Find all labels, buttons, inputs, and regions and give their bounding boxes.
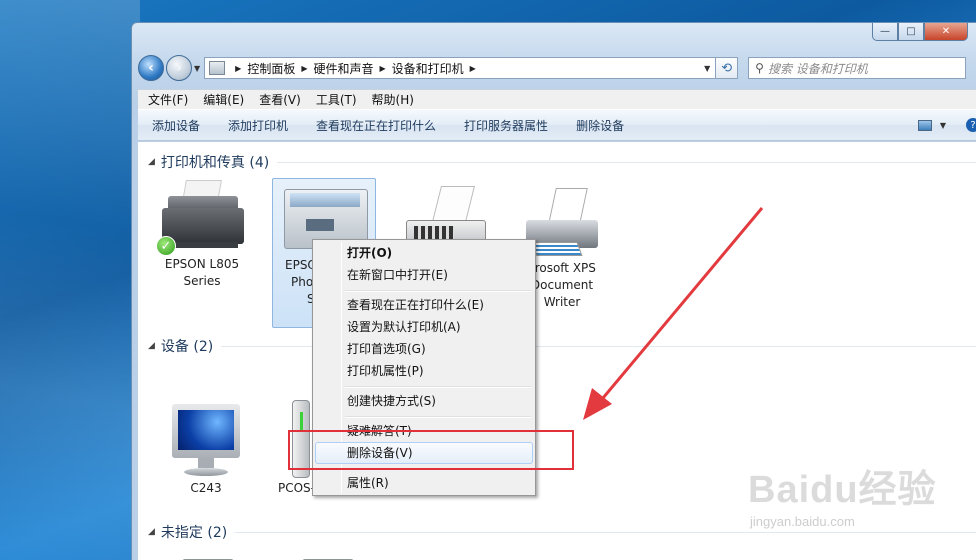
desktop-background bbox=[0, 0, 140, 560]
breadcrumb-devices-printers[interactable]: 设备和打印机 bbox=[392, 60, 464, 77]
menu-item-printer-properties[interactable]: 打印机属性(P) bbox=[315, 360, 533, 382]
window-controls: — □ ✕ bbox=[872, 23, 968, 41]
menu-view[interactable]: 查看(V) bbox=[249, 91, 306, 108]
add-device-button[interactable]: 添加设备 bbox=[138, 117, 214, 134]
menu-item-properties[interactable]: 属性(R) bbox=[315, 472, 533, 494]
device-unspecified-1[interactable] bbox=[158, 553, 258, 560]
printer-icon: ✓ bbox=[154, 178, 250, 256]
remove-device-button[interactable]: 删除设备 bbox=[562, 117, 638, 134]
watermark-url: jingyan.baidu.com bbox=[750, 514, 855, 529]
printer-epson-l805[interactable]: ✓ EPSON L805 Series bbox=[152, 178, 252, 318]
arrow-right-icon: › bbox=[176, 60, 182, 76]
breadcrumb-separator[interactable]: ▶ bbox=[470, 64, 476, 73]
minimize-button[interactable]: — bbox=[872, 23, 898, 41]
menu-item-open-new-window[interactable]: 在新窗口中打开(E) bbox=[315, 264, 533, 286]
menu-help[interactable]: 帮助(H) bbox=[362, 91, 419, 108]
group-header-devices[interactable]: ◢ 设备 (2) bbox=[148, 336, 976, 356]
group-title: 设备 (2) bbox=[160, 339, 214, 355]
breadcrumb-separator[interactable]: ▶ bbox=[380, 64, 386, 73]
menu-item-open[interactable]: 打开(O) bbox=[315, 242, 533, 264]
control-panel-icon bbox=[209, 61, 226, 75]
menu-tools[interactable]: 工具(T) bbox=[306, 91, 362, 108]
device-label: C243 bbox=[190, 481, 222, 495]
refresh-button[interactable]: ⟲ bbox=[716, 57, 739, 79]
menu-item-see-whats-printing[interactable]: 查看现在正在打印什么(E) bbox=[315, 294, 533, 316]
print-server-properties-button[interactable]: 打印服务器属性 bbox=[450, 117, 562, 134]
back-button[interactable]: ‹ bbox=[138, 55, 164, 81]
generic-device-icon bbox=[302, 553, 354, 560]
menu-item-create-shortcut[interactable]: 创建快捷方式(S) bbox=[315, 390, 533, 412]
change-view-icon[interactable] bbox=[917, 119, 932, 131]
group-header-printers[interactable]: ◢ 打印机和传真 (4) bbox=[148, 152, 976, 172]
breadcrumb-control-panel[interactable]: 控制面板 bbox=[247, 60, 295, 77]
group-title: 未指定 (2) bbox=[160, 525, 228, 541]
navigation-bar: ‹ › ▼ ▶ 控制面板 ▶ 硬件和声音 ▶ 设备和打印机 ▶ ▼ ⟲ ⚲ 搜索… bbox=[138, 53, 976, 83]
view-options-dropdown[interactable]: ▼ bbox=[940, 121, 946, 130]
highlight-box bbox=[288, 430, 574, 470]
generic-device-icon bbox=[182, 553, 234, 560]
refresh-icon: ⟲ bbox=[721, 60, 733, 76]
group-title: 打印机和传真 (4) bbox=[160, 155, 270, 171]
menu-separator bbox=[345, 386, 531, 388]
breadcrumb-separator[interactable]: ▶ bbox=[235, 64, 241, 73]
address-dropdown-icon[interactable]: ▼ bbox=[699, 64, 715, 73]
device-label-line2: Series bbox=[183, 274, 221, 288]
search-icon: ⚲ bbox=[755, 61, 764, 75]
watermark-logo: Baidu经验 bbox=[748, 469, 937, 511]
help-icon[interactable]: ? bbox=[966, 118, 976, 132]
menu-file[interactable]: 文件(F) bbox=[138, 91, 193, 108]
collapse-triangle-icon[interactable]: ◢ bbox=[148, 157, 155, 167]
see-whats-printing-button[interactable]: 查看现在正在打印什么 bbox=[302, 117, 450, 134]
command-bar: 添加设备 添加打印机 查看现在正在打印什么 打印服务器属性 删除设备 ▼ ? bbox=[138, 109, 976, 141]
device-monitor-c243[interactable]: C243 bbox=[156, 398, 256, 498]
address-bar[interactable]: ▶ 控制面板 ▶ 硬件和声音 ▶ 设备和打印机 ▶ ▼ bbox=[204, 57, 717, 79]
recent-pages-dropdown[interactable]: ▼ bbox=[194, 64, 200, 73]
breadcrumb-separator[interactable]: ▶ bbox=[301, 64, 307, 73]
breadcrumb-hardware-sound[interactable]: 硬件和声音 bbox=[313, 60, 373, 77]
search-placeholder: 搜索 设备和打印机 bbox=[767, 61, 868, 76]
menu-item-printing-preferences[interactable]: 打印首选项(G) bbox=[315, 338, 533, 360]
add-printer-button[interactable]: 添加打印机 bbox=[214, 117, 302, 134]
menu-separator bbox=[345, 416, 531, 418]
arrow-left-icon: ‹ bbox=[148, 60, 154, 76]
close-button[interactable]: ✕ bbox=[924, 23, 968, 41]
watermark: Baidu经验 jingyan.baidu.com bbox=[748, 448, 958, 560]
group-divider bbox=[277, 161, 976, 163]
search-input[interactable]: ⚲ 搜索 设备和打印机 bbox=[748, 57, 967, 79]
menu-edit[interactable]: 编辑(E) bbox=[193, 91, 249, 108]
forward-button[interactable]: › bbox=[166, 55, 192, 81]
device-label-line1: EPSON L805 bbox=[164, 257, 240, 271]
menu-separator bbox=[345, 290, 531, 292]
monitor-icon bbox=[158, 398, 254, 480]
collapse-triangle-icon[interactable]: ◢ bbox=[148, 527, 155, 537]
collapse-triangle-icon[interactable]: ◢ bbox=[148, 341, 155, 351]
device-unspecified-2[interactable] bbox=[278, 553, 378, 560]
menu-bar: 文件(F) 编辑(E) 查看(V) 工具(T) 帮助(H) bbox=[138, 89, 976, 109]
maximize-button[interactable]: □ bbox=[898, 23, 924, 41]
menu-item-set-default-printer[interactable]: 设置为默认打印机(A) bbox=[315, 316, 533, 338]
checkmark-icon: ✓ bbox=[156, 236, 176, 256]
